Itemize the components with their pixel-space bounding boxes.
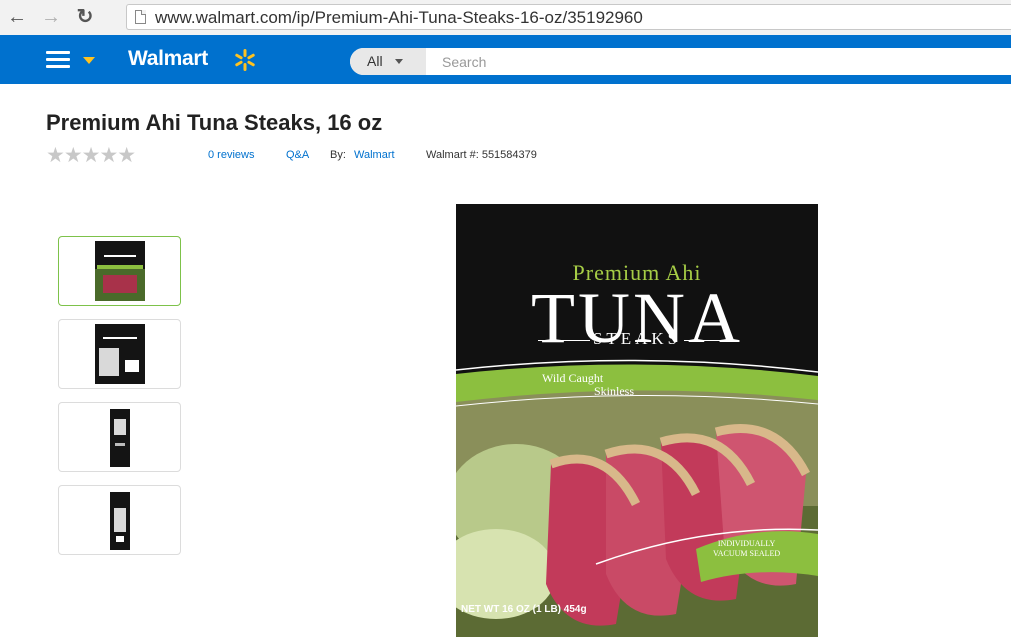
reviews-link[interactable]: 0 reviews: [208, 149, 254, 161]
thumbnail-2[interactable]: [58, 319, 181, 389]
chevron-down-icon[interactable]: [83, 57, 95, 64]
spark-logo-icon[interactable]: [233, 48, 257, 72]
thumbnail-image: [95, 241, 145, 301]
qa-link[interactable]: Q&A: [286, 149, 309, 161]
department-dropdown[interactable]: All: [350, 48, 426, 75]
thumbnail-3[interactable]: [58, 402, 181, 472]
page-icon: [135, 10, 146, 24]
package-individually: INDIVIDUALLY: [717, 539, 776, 548]
thumbnail-image: [110, 409, 130, 467]
package-seal-text: INDIVIDUALLY VACUUM SEALED: [713, 539, 780, 559]
browser-toolbar: ← → ↻ www.walmart.com/ip/Premium-Ahi-Tun…: [0, 0, 1011, 36]
thumbnail-1[interactable]: [58, 236, 181, 306]
forward-arrow-icon[interactable]: →: [40, 6, 62, 28]
item-number: Walmart #: 551584379: [426, 149, 537, 161]
address-url[interactable]: www.walmart.com/ip/Premium-Ahi-Tuna-Stea…: [155, 8, 643, 28]
thumbnail-image: [95, 324, 145, 384]
main-product-image[interactable]: Premium Ahi TUNA STEAKS Wild Caught Skin…: [456, 204, 818, 637]
site-header: Walmart All: [0, 35, 1011, 84]
package-band-text: Wild Caught Skinless: [542, 372, 634, 398]
menu-icon[interactable]: [46, 51, 70, 69]
package-steaks: STEAKS: [592, 329, 682, 348]
package-vacuum-sealed: VACUUM SEALED: [713, 549, 781, 558]
back-arrow-icon[interactable]: ←: [6, 6, 28, 28]
package-net-weight: NET WT 16 OZ (1 LB) 454g: [461, 604, 587, 615]
search-input[interactable]: [442, 52, 982, 71]
rating-stars[interactable]: ★★★★★: [46, 143, 136, 168]
search-bar: All: [350, 48, 1011, 75]
reload-icon[interactable]: ↻: [74, 6, 96, 28]
brand-link[interactable]: Walmart: [354, 149, 395, 161]
thumbnail-image: [110, 492, 130, 550]
chevron-down-icon: [395, 59, 403, 64]
package-skinless: Skinless: [594, 384, 635, 398]
product-title: Premium Ahi Tuna Steaks, 16 oz: [46, 110, 383, 135]
address-bar[interactable]: www.walmart.com/ip/Premium-Ahi-Tuna-Stea…: [126, 4, 1011, 30]
walmart-logo-text[interactable]: Walmart: [128, 47, 208, 71]
by-label: By:: [330, 149, 346, 161]
thumbnail-4[interactable]: [58, 485, 181, 555]
department-label: All: [367, 53, 383, 69]
